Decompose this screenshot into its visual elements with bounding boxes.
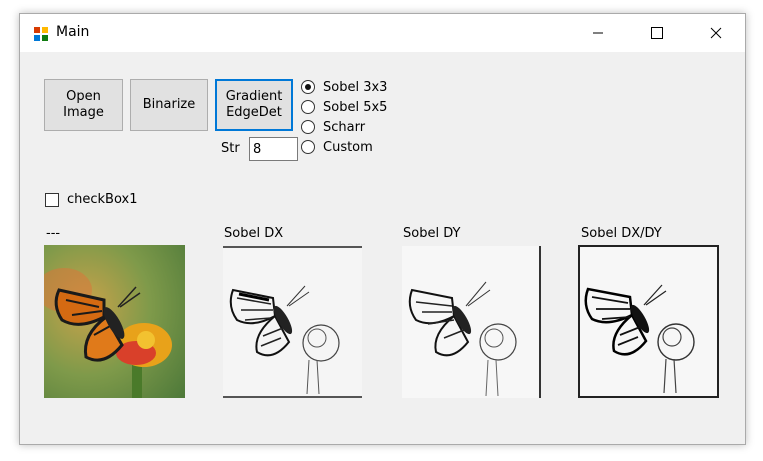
- edge-sketch-dxdy: [584, 284, 695, 394]
- app-icon: [34, 27, 48, 41]
- close-button[interactable]: [693, 14, 739, 52]
- maximize-button[interactable]: [634, 14, 680, 52]
- edge-sketch-dx: [229, 285, 340, 395]
- radio-button[interactable]: [301, 100, 315, 114]
- caption-sobel-dx: Sobel DX: [224, 226, 284, 241]
- strength-label: Str: [221, 141, 240, 156]
- radio-button[interactable]: [301, 140, 315, 154]
- radio-label: Sobel 3x3: [323, 80, 388, 95]
- butterfly-photo: [44, 245, 185, 398]
- title-bar[interactable]: Main: [20, 14, 745, 52]
- close-icon: [710, 27, 722, 39]
- caption-sobel-dxdy: Sobel DX/DY: [581, 226, 662, 241]
- window-title: Main: [56, 24, 90, 40]
- edge-sketch-dy: [408, 281, 517, 397]
- original-image[interactable]: [44, 245, 185, 398]
- radio-label: Custom: [323, 140, 373, 155]
- binarize-button[interactable]: Binarize: [130, 79, 208, 131]
- open-image-button[interactable]: Open Image: [44, 79, 123, 131]
- radio-label: Sobel 5x5: [323, 100, 388, 115]
- sobel-dxdy-image[interactable]: [578, 245, 719, 398]
- minimize-button[interactable]: [575, 14, 621, 52]
- minimize-icon: [593, 32, 603, 34]
- checkbox-label: checkBox1: [67, 192, 138, 207]
- radio-label: Scharr: [323, 120, 366, 135]
- caption-sobel-dy: Sobel DY: [403, 226, 461, 241]
- caption-original: ---: [46, 226, 61, 241]
- radio-button[interactable]: [301, 80, 315, 94]
- maximize-icon: [651, 27, 663, 39]
- main-window: Main Open Image Binarize Gradient EdgeDe…: [19, 13, 746, 445]
- sobel-dy-image[interactable]: [402, 246, 541, 398]
- sobel-dx-image[interactable]: [223, 246, 362, 398]
- gradient-edge-button[interactable]: Gradient EdgeDet: [215, 79, 293, 131]
- strength-input[interactable]: [249, 137, 298, 161]
- radio-button[interactable]: [301, 120, 315, 134]
- checkbox-box[interactable]: [45, 193, 59, 207]
